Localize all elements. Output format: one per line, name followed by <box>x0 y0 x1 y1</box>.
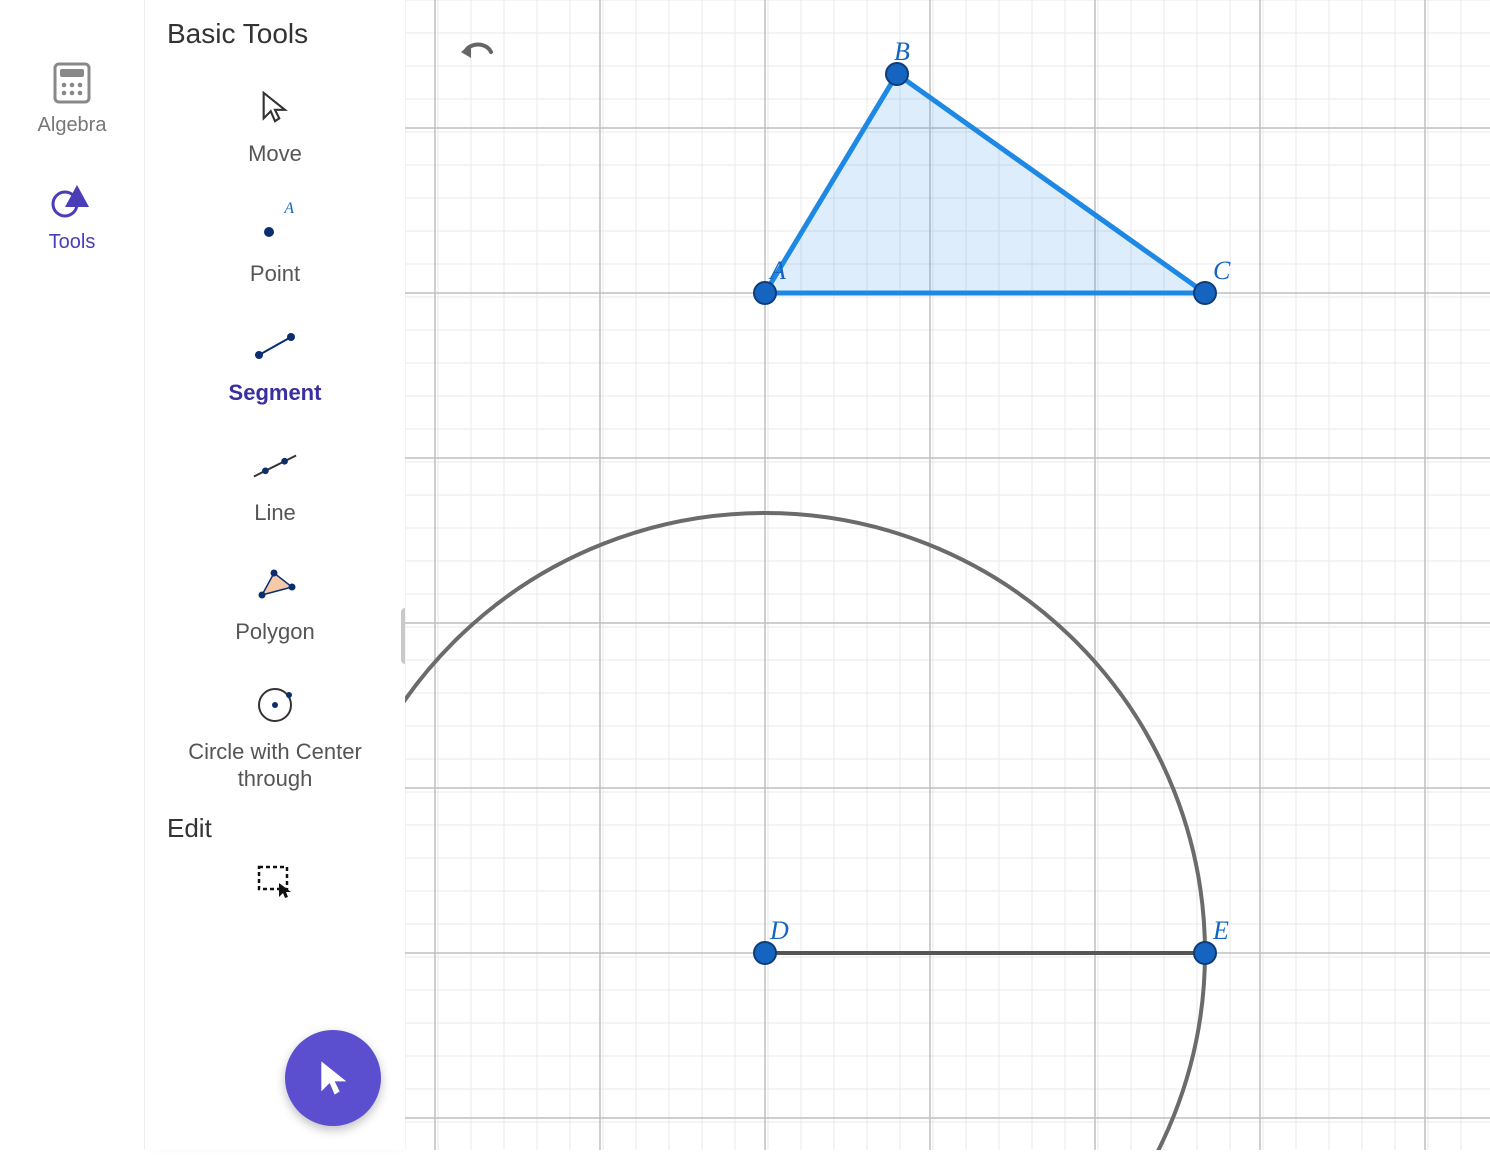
tools-shapes-icon <box>49 177 95 223</box>
tool-segment-label: Segment <box>229 379 322 407</box>
tool-list[interactable]: Move A Point Segment <box>145 58 405 1158</box>
tool-segment[interactable]: Segment <box>145 297 405 417</box>
cursor-icon <box>252 84 298 130</box>
tool-point[interactable]: A Point <box>145 178 405 298</box>
point-icon: A <box>252 204 298 250</box>
triangle-abc[interactable] <box>765 74 1205 293</box>
undo-button[interactable] <box>457 34 497 69</box>
tool-line-label: Line <box>254 499 296 527</box>
segment-icon <box>252 323 298 369</box>
fab-cursor-button[interactable] <box>285 1030 381 1126</box>
point-e[interactable] <box>1194 942 1216 964</box>
calculator-icon <box>49 60 95 106</box>
geometry-canvas[interactable]: ABCDE <box>405 0 1490 1150</box>
nav-tools-label: Tools <box>49 231 96 254</box>
tool-circle[interactable]: Circle with Center through <box>145 656 405 803</box>
polygon-icon <box>252 562 298 608</box>
line-icon <box>252 443 298 489</box>
tool-polygon-label: Polygon <box>235 618 315 646</box>
tool-move[interactable]: Move <box>145 58 405 178</box>
point-b[interactable] <box>886 63 908 85</box>
tool-panel-title: Basic Tools <box>145 0 405 58</box>
shapes-layer <box>405 0 1490 1150</box>
select-rect-icon <box>252 858 298 904</box>
nav-algebra[interactable]: Algebra <box>38 60 107 137</box>
nav-algebra-label: Algebra <box>38 114 107 137</box>
undo-icon <box>457 34 497 64</box>
edit-section-header: Edit <box>145 803 405 848</box>
tool-polygon[interactable]: Polygon <box>145 536 405 656</box>
nav-rail: Algebra Tools <box>0 0 145 1150</box>
circle-icon <box>252 682 298 728</box>
point-icon-letter: A <box>284 200 294 218</box>
tool-point-label: Point <box>250 260 300 288</box>
tool-circle-label: Circle with Center through <box>153 738 397 793</box>
tool-panel: Basic Tools Move A Point <box>145 0 405 1150</box>
tool-select[interactable] <box>145 848 405 914</box>
point-a[interactable] <box>754 282 776 304</box>
point-c[interactable] <box>1194 282 1216 304</box>
tool-move-label: Move <box>248 140 302 168</box>
cursor-solid-icon <box>313 1058 353 1098</box>
point-d[interactable] <box>754 942 776 964</box>
tool-line[interactable]: Line <box>145 417 405 537</box>
circle-d[interactable] <box>405 513 1205 1150</box>
nav-tools[interactable]: Tools <box>49 177 96 254</box>
